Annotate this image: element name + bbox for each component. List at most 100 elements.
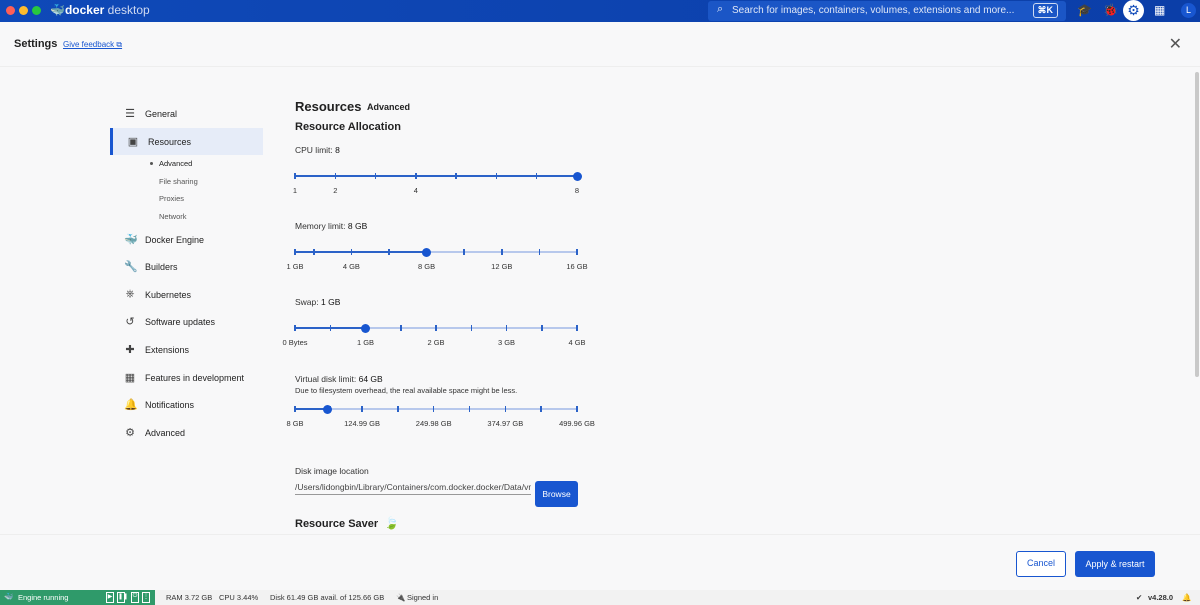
slider-tick <box>495 173 498 179</box>
slider-tick-label: 12 GB <box>491 262 513 271</box>
slider-tick-label: 2 GB <box>427 338 445 347</box>
avatar[interactable]: L <box>1181 3 1196 18</box>
sidebar-icon: 🔔 <box>124 399 138 412</box>
sidebar-item-software-updates[interactable]: ↺ Software updates <box>110 308 263 336</box>
notifications-icon[interactable]: 🔔 <box>1182 593 1191 602</box>
search-icon: ⌕ <box>717 3 724 15</box>
slider-tick-label: 249.98 GB <box>415 419 452 428</box>
slider-label: Swap: 1 GB <box>295 297 341 307</box>
docker-logo: 🐳docker desktop <box>50 3 150 17</box>
slider-tick <box>538 249 541 255</box>
search-input[interactable]: ⌕ Search for images, containers, volumes… <box>708 1 1066 21</box>
sidebar-item-builders[interactable]: 🔧 Builders <box>110 253 263 281</box>
slider-tick <box>540 406 542 412</box>
sidebar-subitem-advanced[interactable]: Advanced <box>110 155 263 173</box>
page-title: Settings <box>14 38 58 50</box>
slider-tick-label: 124.99 GB <box>344 419 380 428</box>
slider-note: Due to filesystem overhead, the real ava… <box>295 386 518 395</box>
slider-tick <box>350 249 353 255</box>
leaf-icon: 🍃 <box>384 516 399 530</box>
sidebar-item-features-in-development[interactable]: ▦ Features in development <box>110 364 263 392</box>
sidebar-subitem-network[interactable]: Network <box>110 208 263 226</box>
browse-button[interactable]: Browse <box>535 481 578 507</box>
subsection-title: Advanced <box>367 102 411 112</box>
learning-center-icon[interactable]: 🎓 <box>1077 3 1092 17</box>
slider-tick-label: 4 GB <box>568 338 586 347</box>
sidebar-item-resources[interactable]: ▣ Resources <box>110 127 263 156</box>
close-icon[interactable]: ✕ <box>1169 34 1182 54</box>
slider-fill <box>295 175 577 177</box>
slider-tick <box>294 173 296 179</box>
slider-tick-label: 0 Bytes <box>282 338 308 347</box>
resource-allocation-heading: Resource Allocation <box>295 121 401 133</box>
sidebar-item-label: Kubernetes <box>145 289 192 300</box>
slider-thumb[interactable] <box>361 323 370 333</box>
give-feedback-link[interactable]: Give feedback ⧉ <box>63 40 122 50</box>
sidebar-icon: ↺ <box>125 316 135 329</box>
more-icon[interactable]: ⋮ <box>142 592 150 603</box>
search-placeholder: Search for images, containers, volumes, … <box>732 5 1015 16</box>
slider-tick <box>361 406 363 412</box>
zoom-window-button[interactable] <box>32 6 41 15</box>
slider-tick-label: 8 <box>574 186 580 195</box>
slider-tick <box>397 406 399 412</box>
slider-tick <box>432 406 435 412</box>
slider-tick <box>294 406 296 412</box>
play-icon[interactable]: ▶ <box>106 592 114 603</box>
slider-tick-label: 4 <box>413 186 418 195</box>
title-bar: 🐳docker desktop ⌕ Search for images, con… <box>0 0 1200 22</box>
sidebar-item-label: Docker Engine <box>145 234 205 245</box>
slider-tick-label: 499.96 GB <box>559 419 595 428</box>
slider-thumb[interactable] <box>422 247 432 257</box>
sidebar-icon: 🐳 <box>124 233 138 246</box>
slider-thumb[interactable] <box>322 404 332 414</box>
sidebar-item-docker-engine[interactable]: 🐳 Docker Engine <box>110 226 263 254</box>
minimize-window-button[interactable] <box>19 6 28 15</box>
cancel-button[interactable]: Cancel <box>1016 551 1066 577</box>
slider-tick <box>334 173 337 179</box>
sidebar-item-kubernetes[interactable]: ⎈ Kubernetes <box>110 281 263 309</box>
slider-tick <box>505 325 508 331</box>
slider-tick <box>294 325 296 331</box>
troubleshoot-icon[interactable]: 🐞 <box>1103 3 1118 17</box>
sidebar-item-advanced[interactable]: ⚙ Advanced <box>110 419 263 447</box>
sidebar-subitem-proxies[interactable]: Proxies <box>110 190 263 208</box>
slider-tick <box>313 249 315 255</box>
slider-tick-label: 4 GB <box>342 262 360 271</box>
scrollbar[interactable] <box>1195 72 1199 377</box>
close-window-button[interactable] <box>6 6 15 15</box>
sidebar-item-label: Software updates <box>145 317 216 328</box>
signed-in-status: Signed in <box>407 593 439 602</box>
footer: Cancel Apply & restart <box>0 534 1200 590</box>
slider-tick <box>504 406 507 412</box>
apply-restart-button[interactable]: Apply & restart <box>1075 551 1155 577</box>
slider-label: Memory limit: 8 GB <box>295 221 368 231</box>
pause-icon[interactable]: ❚❚ <box>117 592 128 603</box>
slider-tick <box>576 249 578 255</box>
slider-tick <box>541 325 543 331</box>
slider-tick-label: 1 GB <box>356 338 375 347</box>
power-icon[interactable]: ⏻ <box>131 592 139 603</box>
disk-usage: Disk 61.49 GB avail. of 125.66 GB <box>270 593 385 602</box>
sidebar-icon: ▦ <box>124 371 136 384</box>
slider-tick <box>576 325 578 331</box>
sidebar-item-extensions[interactable]: ✚ Extensions <box>110 336 263 364</box>
sidebar-item-label: Features in development <box>145 372 245 383</box>
sidebar-item-label: Builders <box>145 262 178 273</box>
sidebar-icon: ⎈ <box>125 287 135 300</box>
sidebar-subitem-file-sharing[interactable]: File sharing <box>110 173 263 191</box>
apps-grid-icon[interactable]: ▦ <box>1154 3 1165 17</box>
settings-gear-icon[interactable]: ⚙ <box>1123 0 1144 21</box>
plug-icon: 🔌 <box>396 593 406 602</box>
slider-track[interactable] <box>295 408 577 410</box>
disk-path-input[interactable]: /Users/lidongbin/Library/Containers/com.… <box>295 482 531 495</box>
sidebar-item-label: General <box>145 109 178 119</box>
slider-tick <box>470 325 472 331</box>
sidebar-icon: ⚙ <box>125 426 135 439</box>
sidebar-item-general[interactable]: ☰ General <box>110 100 263 128</box>
sidebar-icon: ☰ <box>125 108 135 120</box>
sidebar-item-notifications[interactable]: 🔔 Notifications <box>110 391 263 419</box>
sidebar-item-label: Notifications <box>145 400 195 411</box>
slider-tick-label: 16 GB <box>566 262 588 271</box>
slider-thumb[interactable] <box>572 171 582 181</box>
